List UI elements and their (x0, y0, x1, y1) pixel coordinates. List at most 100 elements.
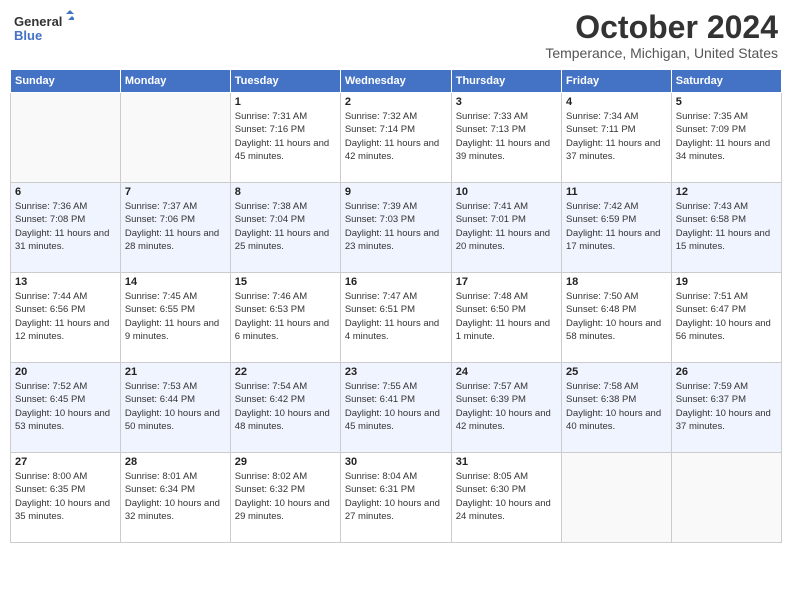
calendar-cell: 21Sunrise: 7:53 AM Sunset: 6:44 PM Dayli… (120, 363, 230, 453)
week-row-2: 6 Sunrise: 7:36 AM Sunset: 7:08 PM Daylig… (11, 183, 782, 273)
calendar-header: SundayMondayTuesdayWednesdayThursdayFrid… (11, 70, 782, 93)
day-info: Sunrise: 7:55 AM Sunset: 6:41 PM Dayligh… (345, 380, 447, 433)
day-number: 19 (676, 276, 777, 288)
day-info: Sunrise: 7:37 AM Sunset: 7:06 PM Dayligh… (125, 200, 226, 253)
calendar-cell: 9Sunrise: 7:39 AM Sunset: 7:03 PM Daylig… (340, 183, 451, 273)
week-row-1: 1 Sunrise: 7:31 AM Sunset: 7:16 PM Daylig… (11, 93, 782, 183)
svg-text:Blue: Blue (14, 28, 42, 43)
day-info: Sunrise: 8:00 AM Sunset: 6:35 PM Dayligh… (15, 470, 116, 523)
dow-header-tuesday: Tuesday (230, 70, 340, 93)
day-info: Sunrise: 7:54 AM Sunset: 6:42 PM Dayligh… (235, 380, 336, 433)
logo: General Blue (14, 10, 74, 46)
calendar-cell: 29Sunrise: 8:02 AM Sunset: 6:32 PM Dayli… (230, 453, 340, 543)
calendar-cell: 28Sunrise: 8:01 AM Sunset: 6:34 PM Dayli… (120, 453, 230, 543)
day-info: Sunrise: 7:50 AM Sunset: 6:48 PM Dayligh… (566, 290, 667, 343)
day-number: 2 (345, 96, 447, 108)
calendar-cell: 22 Sunrise: 7:54 AM Sunset: 6:42 PM Dayli… (230, 363, 340, 453)
calendar-cell: 18 Sunrise: 7:50 AM Sunset: 6:48 PM Dayli… (562, 273, 672, 363)
day-number: 26 (676, 366, 777, 378)
svg-text:General: General (14, 14, 62, 29)
week-row-3: 13 Sunrise: 7:44 AM Sunset: 6:56 PM Dayli… (11, 273, 782, 363)
page-header: General Blue October 2024 Temperance, Mi… (10, 10, 782, 61)
calendar-cell: 26 Sunrise: 7:59 AM Sunset: 6:37 PM Dayli… (671, 363, 781, 453)
calendar-cell: 15 Sunrise: 7:46 AM Sunset: 6:53 PM Dayli… (230, 273, 340, 363)
calendar-cell: 16 Sunrise: 7:47 AM Sunset: 6:51 PM Dayli… (340, 273, 451, 363)
calendar-cell: 17 Sunrise: 7:48 AM Sunset: 6:50 PM Dayli… (451, 273, 561, 363)
day-info: Sunrise: 7:57 AM Sunset: 6:39 PM Dayligh… (456, 380, 557, 433)
calendar-cell: 27Sunrise: 8:00 AM Sunset: 6:35 PM Dayli… (11, 453, 121, 543)
title-block: October 2024 Temperance, Michigan, Unite… (545, 10, 778, 61)
day-info: Sunrise: 7:31 AM Sunset: 7:16 PM Dayligh… (235, 110, 336, 163)
day-number: 16 (345, 276, 447, 288)
day-number: 5 (676, 96, 777, 108)
calendar-cell: 20 Sunrise: 7:52 AM Sunset: 6:45 PM Dayli… (11, 363, 121, 453)
location-title: Temperance, Michigan, United States (545, 45, 778, 61)
calendar-table: SundayMondayTuesdayWednesdayThursdayFrid… (10, 69, 782, 543)
day-number: 3 (456, 96, 557, 108)
calendar-cell: 31 Sunrise: 8:05 AM Sunset: 6:30 PM Dayli… (451, 453, 561, 543)
dow-header-wednesday: Wednesday (340, 70, 451, 93)
calendar-cell: 25Sunrise: 7:58 AM Sunset: 6:38 PM Dayli… (562, 363, 672, 453)
day-info: Sunrise: 7:43 AM Sunset: 6:58 PM Dayligh… (676, 200, 777, 253)
calendar-cell (120, 93, 230, 183)
day-info: Sunrise: 7:34 AM Sunset: 7:11 PM Dayligh… (566, 110, 667, 163)
day-info: Sunrise: 7:44 AM Sunset: 6:56 PM Dayligh… (15, 290, 116, 343)
day-number: 31 (456, 456, 557, 468)
day-number: 13 (15, 276, 116, 288)
day-number: 7 (125, 186, 226, 198)
day-number: 4 (566, 96, 667, 108)
day-info: Sunrise: 7:38 AM Sunset: 7:04 PM Dayligh… (235, 200, 336, 253)
week-row-4: 20 Sunrise: 7:52 AM Sunset: 6:45 PM Dayli… (11, 363, 782, 453)
day-number: 8 (235, 186, 336, 198)
day-info: Sunrise: 7:33 AM Sunset: 7:13 PM Dayligh… (456, 110, 557, 163)
day-number: 14 (125, 276, 226, 288)
day-info: Sunrise: 7:32 AM Sunset: 7:14 PM Dayligh… (345, 110, 447, 163)
day-info: Sunrise: 8:04 AM Sunset: 6:31 PM Dayligh… (345, 470, 447, 523)
day-number: 20 (15, 366, 116, 378)
calendar-cell: 6 Sunrise: 7:36 AM Sunset: 7:08 PM Daylig… (11, 183, 121, 273)
day-info: Sunrise: 7:52 AM Sunset: 6:45 PM Dayligh… (15, 380, 116, 433)
calendar-cell: 11 Sunrise: 7:42 AM Sunset: 6:59 PM Dayli… (562, 183, 672, 273)
day-number: 1 (235, 96, 336, 108)
day-number: 6 (15, 186, 116, 198)
day-number: 11 (566, 186, 667, 198)
calendar-cell: 24 Sunrise: 7:57 AM Sunset: 6:39 PM Dayli… (451, 363, 561, 453)
calendar-cell (671, 453, 781, 543)
day-info: Sunrise: 7:47 AM Sunset: 6:51 PM Dayligh… (345, 290, 447, 343)
day-info: Sunrise: 7:58 AM Sunset: 6:38 PM Dayligh… (566, 380, 667, 433)
day-info: Sunrise: 8:05 AM Sunset: 6:30 PM Dayligh… (456, 470, 557, 523)
day-number: 10 (456, 186, 557, 198)
day-info: Sunrise: 7:39 AM Sunset: 7:03 PM Dayligh… (345, 200, 447, 253)
day-number: 29 (235, 456, 336, 468)
calendar-cell (562, 453, 672, 543)
dow-header-thursday: Thursday (451, 70, 561, 93)
logo-svg: General Blue (14, 10, 74, 46)
day-info: Sunrise: 7:59 AM Sunset: 6:37 PM Dayligh… (676, 380, 777, 433)
day-number: 24 (456, 366, 557, 378)
day-info: Sunrise: 7:46 AM Sunset: 6:53 PM Dayligh… (235, 290, 336, 343)
day-info: Sunrise: 7:53 AM Sunset: 6:44 PM Dayligh… (125, 380, 226, 433)
dow-header-monday: Monday (120, 70, 230, 93)
calendar-cell: 12Sunrise: 7:43 AM Sunset: 6:58 PM Dayli… (671, 183, 781, 273)
calendar-body: 1 Sunrise: 7:31 AM Sunset: 7:16 PM Daylig… (11, 93, 782, 543)
calendar-cell (11, 93, 121, 183)
dow-header-friday: Friday (562, 70, 672, 93)
day-number: 18 (566, 276, 667, 288)
day-info: Sunrise: 7:36 AM Sunset: 7:08 PM Dayligh… (15, 200, 116, 253)
calendar-cell: 10Sunrise: 7:41 AM Sunset: 7:01 PM Dayli… (451, 183, 561, 273)
dow-header-saturday: Saturday (671, 70, 781, 93)
day-info: Sunrise: 7:51 AM Sunset: 6:47 PM Dayligh… (676, 290, 777, 343)
day-number: 22 (235, 366, 336, 378)
day-number: 28 (125, 456, 226, 468)
day-number: 17 (456, 276, 557, 288)
calendar-cell: 2 Sunrise: 7:32 AM Sunset: 7:14 PM Daylig… (340, 93, 451, 183)
calendar-cell: 23 Sunrise: 7:55 AM Sunset: 6:41 PM Dayli… (340, 363, 451, 453)
calendar-cell: 14Sunrise: 7:45 AM Sunset: 6:55 PM Dayli… (120, 273, 230, 363)
calendar-cell: 13 Sunrise: 7:44 AM Sunset: 6:56 PM Dayli… (11, 273, 121, 363)
day-number: 15 (235, 276, 336, 288)
month-title: October 2024 (545, 10, 778, 45)
calendar-cell: 1 Sunrise: 7:31 AM Sunset: 7:16 PM Daylig… (230, 93, 340, 183)
day-info: Sunrise: 7:48 AM Sunset: 6:50 PM Dayligh… (456, 290, 557, 343)
day-info: Sunrise: 7:42 AM Sunset: 6:59 PM Dayligh… (566, 200, 667, 253)
day-number: 23 (345, 366, 447, 378)
